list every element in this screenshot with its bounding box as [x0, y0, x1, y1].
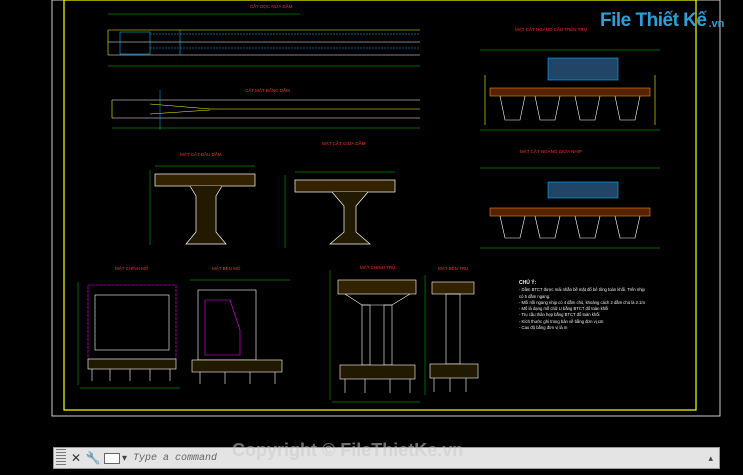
abutment-side-title: MẶT BÊN MỐ [212, 264, 241, 271]
section-end-title: MẶT CẮT ĐẦU DẦM [180, 150, 222, 157]
beam-elevation-title: CẮT DỌC NỬA DẦM [250, 2, 293, 9]
cross-section-top-title: MẶT CẮT NGANG CẦU TRÊN TRỤ [515, 25, 587, 32]
cross-section-mid-title: MẶT CẮT NGANG GIỮA NHỊP [520, 147, 582, 154]
section-mid [284, 171, 396, 248]
beam-plan-title: CẮT MẶT BẰNG DẦM [245, 86, 290, 93]
wrench-icon[interactable]: 🔧 [86, 450, 101, 466]
abutment-side [190, 279, 290, 384]
beam-elevation [107, 13, 420, 67]
notes-title: CHÚ Ý: [519, 280, 537, 286]
pier-front-title: MẶT CHÍNH TRỤ [360, 264, 395, 270]
cross-section-mid-span [480, 167, 660, 249]
notes-line: - Dầm BTCT được mài nhẵn bề mặt đổ bê tô… [519, 287, 645, 293]
watermark-copyright: Copyright © FileThietKe.vn [232, 440, 464, 460]
watermark-logo-suffix: .vn [708, 18, 725, 30]
chevron-down-icon: ▾ [122, 452, 128, 464]
prompt-box-icon [104, 452, 120, 464]
pier-front [329, 270, 420, 403]
close-icon[interactable]: ✕ [69, 450, 83, 466]
abutment-front [77, 282, 180, 389]
pier-side [424, 275, 479, 395]
beam-plan [111, 90, 420, 130]
notes-line: - Cao độ bằng đơn vị là m [519, 325, 568, 331]
section-end [149, 165, 256, 245]
pier-side-title: MẶT BÊN TRỤ [438, 264, 468, 271]
cross-section-on-pier [480, 49, 660, 131]
chevron-up-icon[interactable]: ▴ [708, 453, 713, 464]
grip-handle-icon[interactable] [56, 449, 66, 467]
abutment-front-title: MẶT CHÍNH MỐ [115, 265, 149, 271]
watermark-logo-text: File Thiết Kế [600, 10, 707, 31]
watermark-logo: File Thiết Kế .vn [600, 10, 724, 32]
drawing-notes: CHÚ Ý: - Dầm BTCT được mài nhẵn bề mặt đ… [519, 280, 645, 331]
cad-drawing-canvas[interactable]: CẮT DỌC NỬA DẦM CẮT MẶT BẰNG DẦM MẶT CẮT… [0, 0, 743, 444]
command-history-dropdown[interactable]: ▾ [104, 452, 128, 464]
section-mid-title: MẶT CẮT GIỮA DẦM [322, 139, 366, 146]
